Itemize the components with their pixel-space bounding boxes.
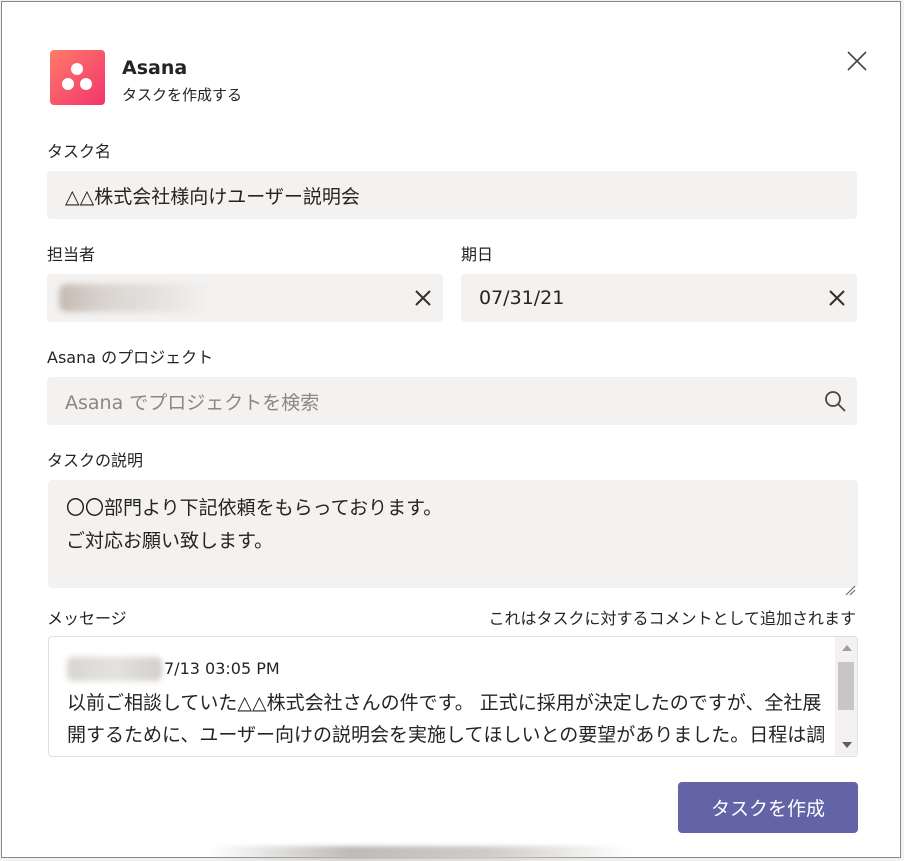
assignee-field[interactable] <box>47 274 443 322</box>
task-name-label: タスク名 <box>47 142 112 161</box>
description-textarea[interactable]: 〇〇部門より下記依頼をもらっております。 ご対応お願い致します。 <box>48 480 858 596</box>
app-title: Asana <box>122 57 188 79</box>
assignee-label: 担当者 <box>47 245 96 264</box>
due-date-value: 07/31/21 <box>479 287 565 309</box>
create-task-dialog: Asana タスクを作成する タスク名 △△株式会社様向けユーザー説明会 担当者… <box>1 1 901 858</box>
project-search-input[interactable]: Asana でプロジェクトを検索 <box>47 377 857 425</box>
scrollbar-thumb[interactable] <box>838 662 854 710</box>
project-search-placeholder: Asana でプロジェクトを検索 <box>65 391 320 414</box>
create-task-button[interactable]: タスクを作成 <box>678 782 858 833</box>
message-timestamp: 7/13 03:05 PM <box>164 659 280 678</box>
description-label: タスクの説明 <box>47 451 144 470</box>
task-name-value: △△株式会社様向けユーザー説明会 <box>65 185 360 208</box>
due-date-label: 期日 <box>461 245 494 264</box>
project-label: Asana のプロジェクト <box>47 348 214 367</box>
task-name-input[interactable]: △△株式会社様向けユーザー説明会 <box>47 171 857 219</box>
assignee-name-redacted <box>59 284 209 312</box>
description-line: ご対応お願い致します。 <box>66 530 274 552</box>
clear-due-date-icon[interactable] <box>827 288 847 308</box>
scroll-up-icon[interactable] <box>842 645 852 651</box>
scroll-down-icon[interactable] <box>842 742 852 748</box>
message-preview[interactable]: 7/13 03:05 PM 以前ご相談していた△△株式会社さんの件です。 正式に… <box>48 636 858 757</box>
resize-grip-icon[interactable] <box>844 574 856 596</box>
message-label: メッセージ <box>47 609 127 628</box>
message-body: 以前ご相談していた△△株式会社さんの件です。 正式に採用が決定したのですが、全社… <box>67 692 826 746</box>
dialog-subtitle: タスクを作成する <box>122 86 243 104</box>
clear-assignee-icon[interactable] <box>413 288 433 308</box>
description-line: 〇〇部門より下記依頼をもらっております。 <box>66 497 443 519</box>
message-scrollbar[interactable] <box>835 637 857 756</box>
asana-logo-icon <box>50 50 105 105</box>
message-hint: これはタスクに対するコメントとして追加されます <box>488 609 856 628</box>
close-icon[interactable] <box>844 48 870 74</box>
due-date-field[interactable]: 07/31/21 <box>461 274 857 322</box>
search-icon[interactable] <box>823 389 847 413</box>
background-content-blur <box>210 846 630 860</box>
message-author-redacted <box>67 657 162 681</box>
